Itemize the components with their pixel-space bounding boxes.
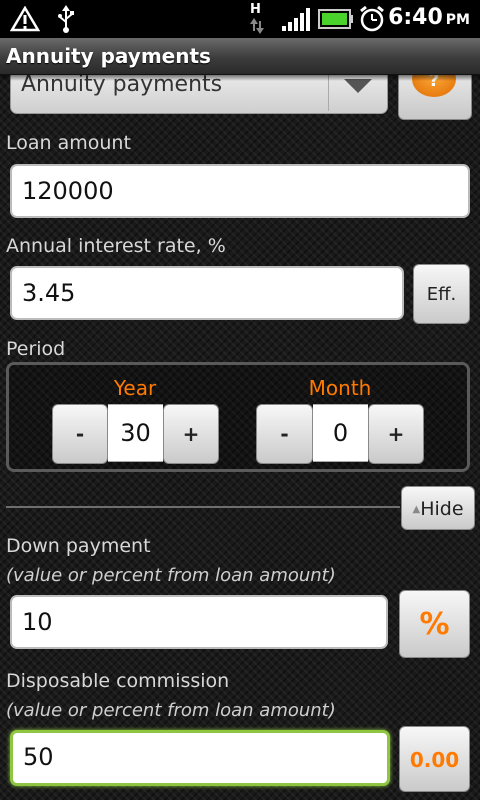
title-shadow [0,75,480,81]
year-value[interactable]: 30 [108,404,163,462]
battery-icon [318,9,353,29]
warning-icon [10,6,40,32]
chevron-down-icon [344,79,372,93]
data-arrows-icon [250,18,264,34]
commission-mode-button[interactable]: 0.00 [399,726,470,792]
down-payment-input[interactable]: 10 [10,595,388,649]
status-bar: H 6:40 PM [0,0,480,38]
loan-amount-input[interactable]: 120000 [10,164,470,218]
section-divider [6,506,400,508]
page-title: Annuity payments [6,44,211,68]
down-payment-mode-button[interactable]: % [399,590,470,658]
clock-time: 6:40 [388,5,443,30]
effective-rate-button[interactable]: Eff. [413,264,470,324]
usb-icon [58,5,74,33]
month-value[interactable]: 0 [313,404,368,462]
clock: 6:40 PM [388,5,470,30]
month-label: Month [308,376,372,400]
signal-icon [282,8,310,31]
year-minus-button[interactable]: - [52,404,108,464]
down-payment-label: Down payment [6,535,151,557]
commission-hint: (value or percent from loan amount) [6,700,336,721]
year-label: Year [113,376,157,400]
month-plus-button[interactable]: + [368,404,424,464]
title-bar: Annuity payments [0,38,480,75]
loan-amount-label: Loan amount [6,132,131,154]
alarm-icon [360,5,384,32]
interest-rate-label: Annual interest rate, % [6,235,226,257]
clock-ampm: PM [445,12,470,28]
network-h-icon: H [250,2,261,17]
down-payment-hint: (value or percent from loan amount) [6,565,336,586]
month-minus-button[interactable]: - [256,404,313,464]
period-label: Period [6,338,66,360]
year-plus-button[interactable]: + [163,404,219,464]
hide-button[interactable]: ▲Hide [401,486,475,530]
interest-rate-input[interactable]: 3.45 [10,266,404,320]
commission-label: Disposable commission [6,670,230,692]
commission-input[interactable]: 50 [10,730,390,786]
hide-button-label: Hide [420,498,464,520]
